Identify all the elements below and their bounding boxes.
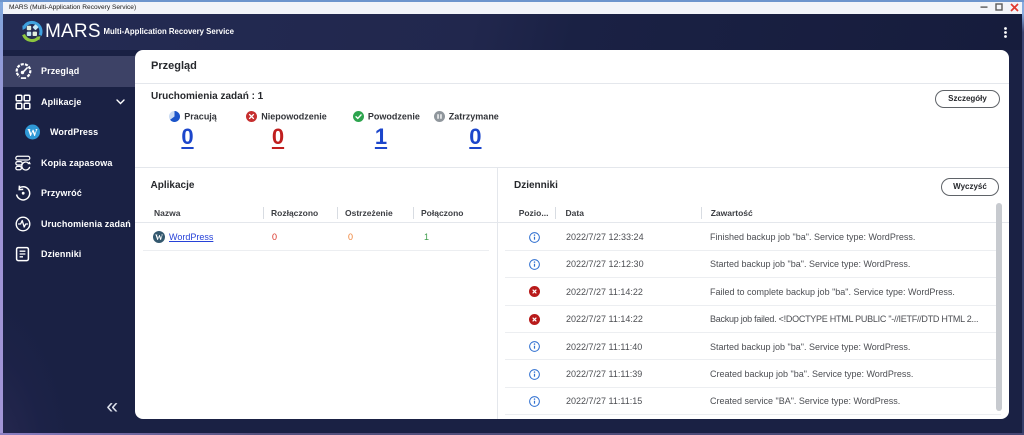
- svg-text:W: W: [155, 232, 163, 241]
- svg-text:W: W: [27, 128, 38, 139]
